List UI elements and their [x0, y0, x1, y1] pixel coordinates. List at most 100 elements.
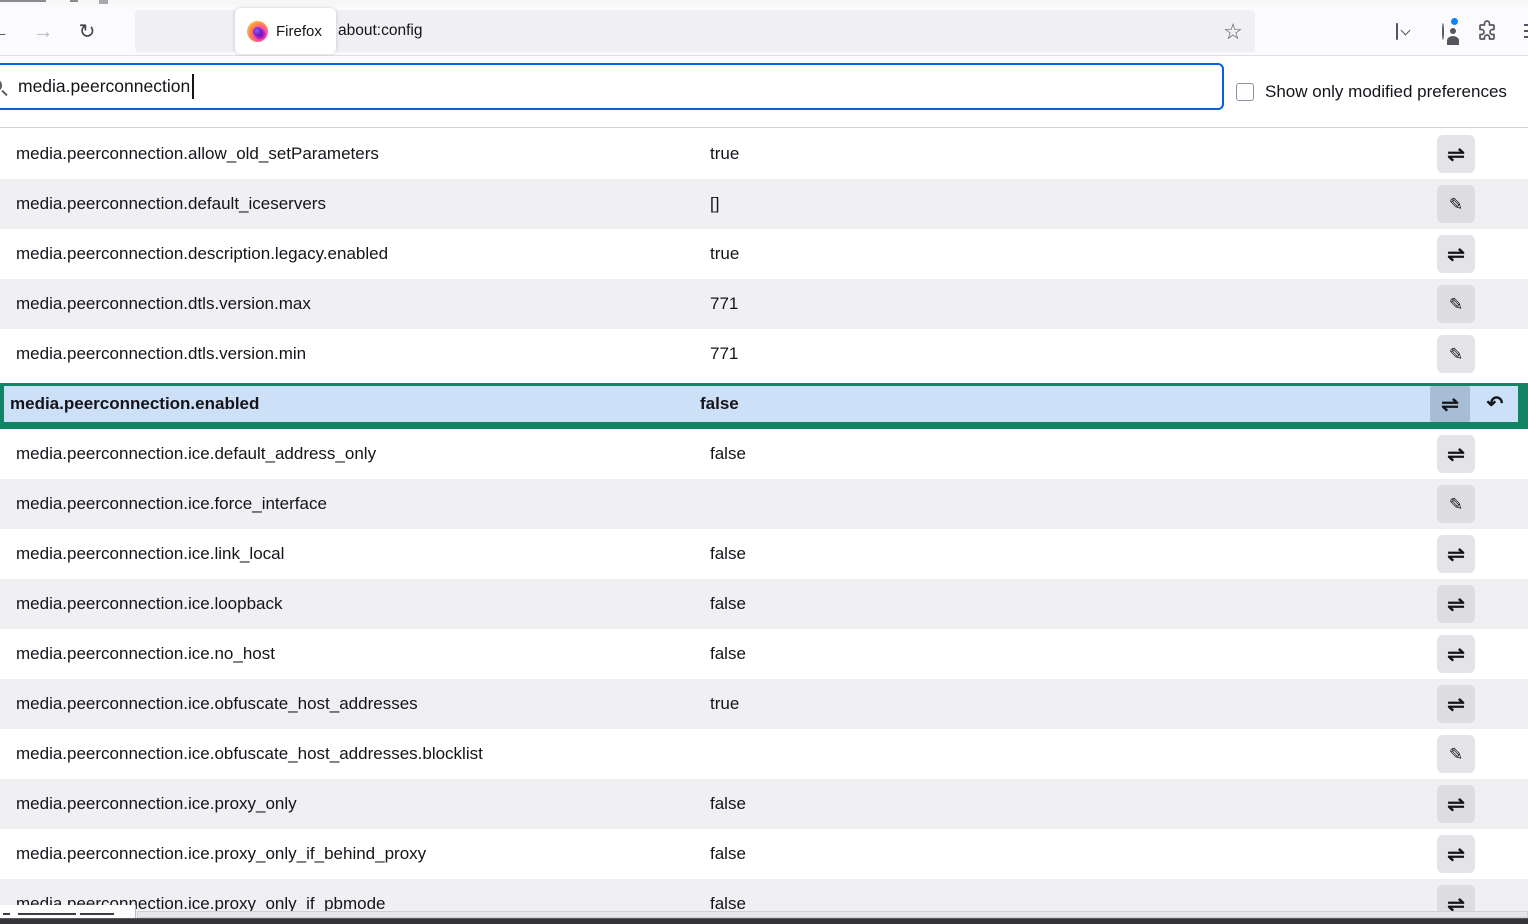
edit-button[interactable]: ✎ — [1437, 735, 1475, 773]
pocket-icon[interactable] — [1382, 16, 1412, 46]
pref-name: media.peerconnection.ice.default_address… — [0, 444, 376, 464]
pref-value: false — [710, 544, 746, 564]
extensions-puzzle-icon[interactable] — [1472, 16, 1502, 46]
pref-name: media.peerconnection.default_iceservers — [0, 194, 326, 214]
edit-icon: ✎ — [1449, 196, 1463, 213]
row-actions: ⇌↶ — [1430, 386, 1514, 422]
pref-row[interactable]: media.peerconnection.dtls.version.min 77… — [0, 329, 1528, 379]
pref-name: media.peerconnection.ice.proxy_only_if_b… — [0, 844, 426, 864]
pref-row[interactable]: media.peerconnection.ice.proxy_only_if_b… — [0, 829, 1528, 879]
toggle-button[interactable]: ⇌ — [1437, 535, 1475, 573]
toggle-icon: ⇌ — [1441, 394, 1459, 415]
toggle-icon: ⇌ — [1447, 244, 1465, 265]
show-modified-filter: Show only modified preferences — [1236, 76, 1528, 108]
pref-row[interactable]: media.peerconnection.description.legacy.… — [0, 229, 1528, 279]
toggle-icon: ⇌ — [1447, 694, 1465, 715]
url-bar[interactable]: Firefox about:config ☆ — [135, 10, 1255, 52]
notification-dot — [1450, 17, 1459, 26]
row-actions: ⇌ — [1437, 585, 1475, 623]
pref-name: media.peerconnection.dtls.version.max — [0, 294, 311, 314]
pref-value: false — [700, 394, 739, 414]
toggle-button[interactable]: ⇌ — [1437, 835, 1475, 873]
browser-window: ← → ↻ Firefox about:config ☆ — [0, 0, 1528, 924]
row-actions: ✎ — [1437, 285, 1475, 323]
pref-value: false — [710, 644, 746, 664]
pref-row[interactable]: media.peerconnection.ice.obfuscate_host_… — [0, 679, 1528, 729]
pref-row[interactable]: media.peerconnection.default_iceservers … — [0, 179, 1528, 229]
edit-icon: ✎ — [1449, 296, 1463, 313]
pref-row[interactable]: media.peerconnection.ice.link_local fals… — [0, 529, 1528, 579]
toggle-icon: ⇌ — [1447, 444, 1465, 465]
pref-row[interactable]: media.peerconnection.ice.default_address… — [0, 429, 1528, 479]
text-caret — [192, 74, 194, 99]
edit-button[interactable]: ✎ — [1437, 335, 1475, 373]
pref-row[interactable]: media.peerconnection.dtls.version.max 77… — [0, 279, 1528, 329]
window-edge-fragment — [0, 0, 46, 2]
pref-value: [] — [710, 194, 719, 214]
window-edge-fragment — [70, 0, 78, 2]
edit-button[interactable]: ✎ — [1437, 185, 1475, 223]
pref-row[interactable]: media.peerconnection.ice.proxy_only fals… — [0, 779, 1528, 829]
pref-value: false — [710, 594, 746, 614]
reload-button[interactable]: ↻ — [72, 17, 102, 47]
forward-button[interactable]: → — [28, 17, 58, 47]
toggle-icon: ⇌ — [1447, 844, 1465, 865]
reset-icon: ↶ — [1487, 394, 1504, 414]
menu-icon[interactable] — [1524, 24, 1528, 42]
pref-name: media.peerconnection.ice.no_host — [0, 644, 275, 664]
toggle-button[interactable]: ⇌ — [1437, 435, 1475, 473]
toggle-button[interactable]: ⇌ — [1437, 785, 1475, 823]
row-actions: ⇌ — [1437, 135, 1475, 173]
pref-name: media.peerconnection.ice.obfuscate_host_… — [0, 744, 483, 764]
pref-name: media.peerconnection.enabled — [4, 394, 259, 414]
edit-icon: ✎ — [1449, 346, 1463, 363]
toggle-button[interactable]: ⇌ — [1437, 635, 1475, 673]
toggle-button[interactable]: ⇌ — [1437, 135, 1475, 173]
row-actions: ✎ — [1437, 335, 1475, 373]
back-button[interactable]: ← — [0, 17, 14, 47]
pref-value: true — [710, 244, 739, 264]
pref-name: media.peerconnection.dtls.version.min — [0, 344, 306, 364]
selected-row-body[interactable]: media.peerconnection.enabled false ⇌↶ — [4, 386, 1518, 422]
taskbar-edge — [0, 918, 1528, 924]
pref-table: media.peerconnection.allow_old_setParame… — [0, 129, 1528, 924]
pref-row[interactable]: media.peerconnection.ice.no_host false ⇌ — [0, 629, 1528, 679]
toggle-button[interactable]: ⇌ — [1437, 235, 1475, 273]
pref-value: false — [710, 794, 746, 814]
row-actions: ⇌ — [1437, 435, 1475, 473]
row-actions: ⇌ — [1437, 535, 1475, 573]
truncated-text-fragment — [0, 905, 136, 918]
pref-value: false — [710, 844, 746, 864]
site-identity-label: Firefox — [276, 23, 322, 40]
pref-value: 771 — [710, 344, 738, 364]
search-input[interactable]: media.peerconnection — [0, 63, 1224, 110]
pref-name: media.peerconnection.allow_old_setParame… — [0, 144, 379, 164]
pref-row[interactable]: media.peerconnection.ice.loopback false … — [0, 579, 1528, 629]
pref-value: 771 — [710, 294, 738, 314]
edit-button[interactable]: ✎ — [1437, 485, 1475, 523]
row-actions: ✎ — [1437, 735, 1475, 773]
edit-button[interactable]: ✎ — [1437, 285, 1475, 323]
toggle-button[interactable]: ⇌ — [1437, 685, 1475, 723]
site-identity-chip[interactable]: Firefox — [235, 8, 336, 54]
horizontal-scrollbar[interactable] — [137, 911, 1528, 918]
pref-row[interactable]: media.peerconnection.allow_old_setParame… — [0, 129, 1528, 179]
url-text[interactable]: about:config — [338, 22, 422, 40]
pref-row[interactable]: media.peerconnection.ice.obfuscate_host_… — [0, 729, 1528, 779]
pref-row[interactable]: media.peerconnection.ice.force_interface… — [0, 479, 1528, 529]
pref-row-selected[interactable]: media.peerconnection.enabled false ⇌↶ — [0, 379, 1528, 429]
pref-value: true — [710, 144, 739, 164]
reset-button[interactable]: ↶ — [1476, 386, 1514, 422]
bookmark-star-icon[interactable]: ☆ — [1219, 18, 1247, 46]
config-search-section: media.peerconnection Show only modified … — [0, 56, 1528, 128]
pref-value: false — [710, 444, 746, 464]
pref-name: media.peerconnection.ice.link_local — [0, 544, 284, 564]
toggle-button[interactable]: ⇌ — [1430, 386, 1470, 422]
toggle-button[interactable]: ⇌ — [1437, 585, 1475, 623]
show-modified-label[interactable]: Show only modified preferences — [1265, 82, 1507, 102]
tab-strip-notch — [99, 0, 108, 4]
row-actions: ✎ — [1437, 185, 1475, 223]
toggle-icon: ⇌ — [1447, 544, 1465, 565]
show-modified-checkbox[interactable] — [1236, 83, 1254, 101]
account-icon[interactable] — [1428, 16, 1458, 46]
